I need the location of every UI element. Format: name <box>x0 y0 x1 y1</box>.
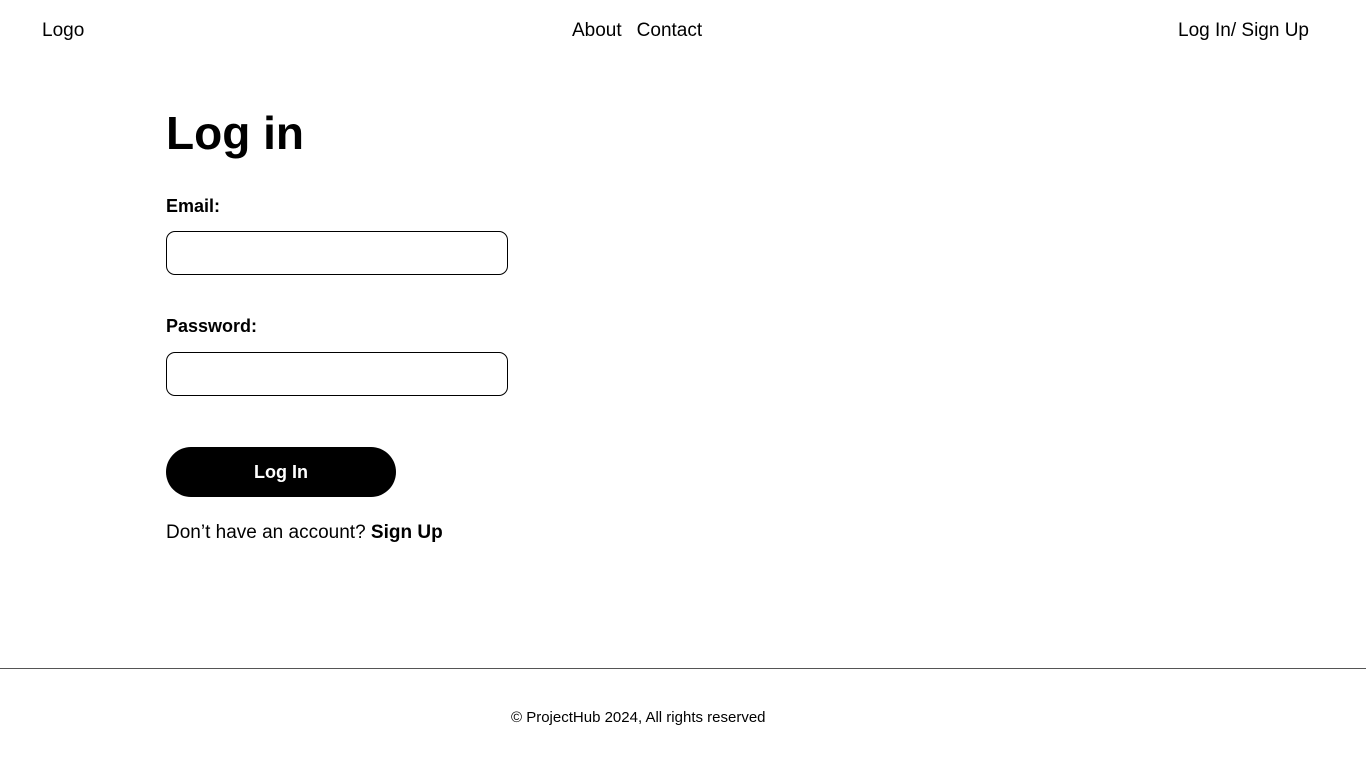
login-button[interactable]: Log In <box>166 447 396 497</box>
password-label: Password: <box>166 316 258 336</box>
signup-prompt-text: Don’t have an account? <box>166 522 366 543</box>
copyright-text: © ProjectHub 2024, All rights reserved <box>511 709 766 726</box>
page-title: Log in <box>166 107 304 159</box>
footer-divider <box>0 668 1366 669</box>
nav-link-contact[interactable]: Contact <box>637 19 702 43</box>
logo-link[interactable]: Logo <box>42 19 84 43</box>
email-field[interactable] <box>166 231 508 275</box>
signup-prompt-row: Don’t have an account? Sign Up <box>166 521 443 545</box>
nav-link-about[interactable]: About <box>572 19 622 43</box>
page: Logo About Contact Log In/ Sign Up Log i… <box>0 0 1366 768</box>
main-nav: About Contact <box>572 19 702 43</box>
login-signup-link[interactable]: Log In/ Sign Up <box>1178 19 1309 43</box>
signup-link[interactable]: Sign Up <box>371 522 443 543</box>
password-field[interactable] <box>166 352 508 396</box>
email-label: Email: <box>166 196 221 216</box>
